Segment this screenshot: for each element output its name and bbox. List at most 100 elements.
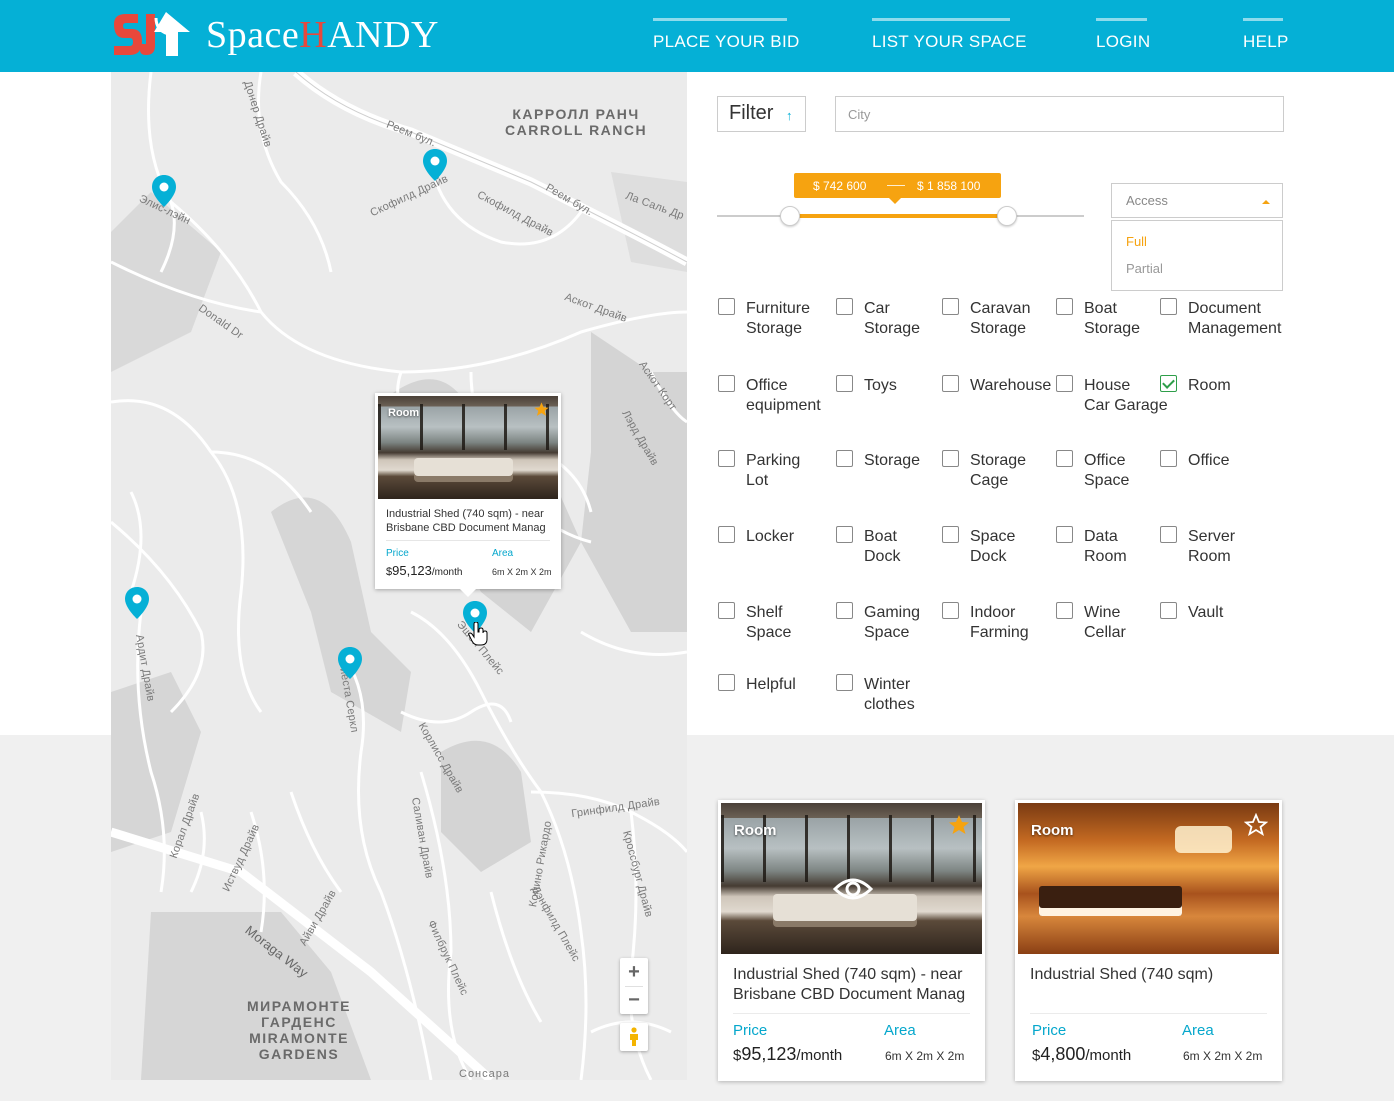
logo[interactable]: SpaceHANDY [110,10,439,60]
checkbox-icon[interactable] [1056,450,1073,467]
checkbox-icon[interactable] [942,375,959,392]
listing-badge: Room [1031,822,1074,839]
price-slider-min-handle[interactable] [780,206,801,226]
zoom-in-button[interactable]: + [620,958,648,986]
category-checkbox[interactable]: Helpful [718,674,796,695]
checkbox-icon[interactable] [1056,375,1073,392]
access-option-full[interactable]: Full [1126,234,1147,249]
listing-card[interactable]: Room Industrial Shed (740 sqm) Price Are… [1015,800,1282,1081]
category-checkbox[interactable]: Wine Cellar [1056,602,1126,643]
map-pin-icon[interactable] [422,148,448,182]
price-slider-max-handle[interactable] [996,206,1017,226]
category-checkbox[interactable]: Boat Dock [836,526,901,567]
star-outline-icon[interactable] [1244,813,1268,837]
checkbox-icon[interactable] [836,375,853,392]
price-slider-track[interactable] [717,214,1084,218]
category-checkbox[interactable]: Office equipment [718,375,821,416]
city-input[interactable] [835,96,1284,132]
price-max: $ 1 858 100 [917,179,981,193]
category-checkbox[interactable]: Locker [718,526,794,547]
map-pin-icon[interactable] [124,586,150,620]
category-checkbox[interactable]: House Car Garage [1056,375,1168,416]
category-checkbox[interactable]: Vault [1160,602,1223,623]
category-checkbox[interactable]: Toys [836,375,897,396]
category-checkbox[interactable]: Storage [836,450,920,471]
category-label: Boat Dock [864,528,901,565]
hand-cursor-icon [468,622,488,646]
checkbox-icon[interactable] [1056,298,1073,315]
access-option-partial[interactable]: Partial [1126,261,1163,276]
checkbox-icon[interactable] [836,602,853,619]
map-pin-icon[interactable] [337,646,363,680]
map-street-label: Сонсара [459,1068,510,1080]
listing-price: $4,800/month [1032,1044,1132,1064]
checkbox-icon[interactable] [1160,298,1177,315]
street-view-button[interactable] [620,1023,648,1051]
checkbox-icon[interactable] [718,450,735,467]
filter-button[interactable]: Filter ↑ [717,96,806,132]
eye-icon[interactable] [833,873,873,905]
checkbox-icon[interactable] [942,526,959,543]
nav-place-your-bid[interactable]: PLACE YOUR BID [653,18,799,58]
listing-card[interactable]: Room Industrial Shed (740 sqm) - near Br… [718,800,985,1081]
checkbox-icon[interactable] [836,450,853,467]
checkbox-icon[interactable] [942,450,959,467]
category-checkbox[interactable]: Indoor Farming [942,602,1029,643]
nav-help[interactable]: HELP [1243,18,1288,58]
category-checkbox[interactable]: Warehouse [942,375,1051,396]
category-checkbox[interactable]: Car Storage [836,298,920,339]
category-checkbox[interactable]: Document Management [1160,298,1282,339]
star-filled-icon[interactable] [533,401,550,418]
checkbox-icon[interactable] [1160,526,1177,543]
map-popup[interactable]: Room Industrial Shed (740 sqm) - near Br… [375,393,561,597]
category-label: Room [1188,377,1231,394]
category-checkbox[interactable]: Server Room [1160,526,1235,567]
category-checkbox[interactable]: Shelf Space [718,602,792,643]
listing-title[interactable]: Industrial Shed (740 sqm) - near Brisban… [733,965,973,1005]
checkbox-icon[interactable] [1056,602,1073,619]
category-checkbox[interactable]: Space Dock [942,526,1015,567]
category-checkbox[interactable]: Furniture Storage [718,298,810,339]
zoom-out-button[interactable]: − [620,986,648,1014]
category-label: Caravan Storage [970,300,1031,337]
listing-title[interactable]: Industrial Shed (740 sqm) [1030,965,1270,985]
category-checkbox[interactable]: Room [1160,375,1231,396]
category-checkbox[interactable]: Storage Cage [942,450,1026,491]
category-checkbox[interactable]: Office [1160,450,1230,471]
checkbox-icon[interactable] [836,298,853,315]
checkbox-icon[interactable] [836,674,853,691]
category-checkbox[interactable]: Gaming Space [836,602,920,643]
category-label: Shelf Space [746,604,792,641]
category-checkbox[interactable]: Data Room [1056,526,1127,567]
checkbox-icon[interactable] [942,298,959,315]
checkbox-icon[interactable] [718,526,735,543]
category-label: Document Management [1188,300,1282,337]
logo-text: SpaceHANDY [206,14,439,56]
map-zoom-control: + − [620,958,648,1014]
checkbox-icon[interactable] [1160,602,1177,619]
map[interactable]: Реем бул. Скофилд Драйв Скофилд Драйв Ре… [111,72,687,1080]
nav-list-your-space[interactable]: LIST YOUR SPACE [872,18,1026,58]
category-label: Wine Cellar [1084,604,1126,641]
category-checkbox[interactable]: Parking Lot [718,450,800,491]
popup-area: 6m X 2m X 2m [492,567,552,577]
checkbox-checked-icon[interactable] [1160,375,1177,392]
checkbox-icon[interactable] [1160,450,1177,467]
checkbox-icon[interactable] [942,602,959,619]
checkbox-icon[interactable] [836,526,853,543]
price-slider-fill [790,214,1007,218]
star-filled-icon[interactable] [947,813,971,837]
checkbox-icon[interactable] [718,298,735,315]
category-checkbox[interactable]: Office Space [1056,450,1129,491]
nav-login[interactable]: LOGIN [1096,18,1150,58]
checkbox-icon[interactable] [718,674,735,691]
category-checkbox[interactable]: Winter clothes [836,674,915,715]
access-select[interactable]: Access [1111,183,1283,218]
checkbox-icon[interactable] [718,602,735,619]
map-pin-icon[interactable] [151,174,177,208]
category-label: Office equipment [746,377,821,414]
category-checkbox[interactable]: Boat Storage [1056,298,1140,339]
checkbox-icon[interactable] [718,375,735,392]
category-checkbox[interactable]: Caravan Storage [942,298,1031,339]
checkbox-icon[interactable] [1056,526,1073,543]
